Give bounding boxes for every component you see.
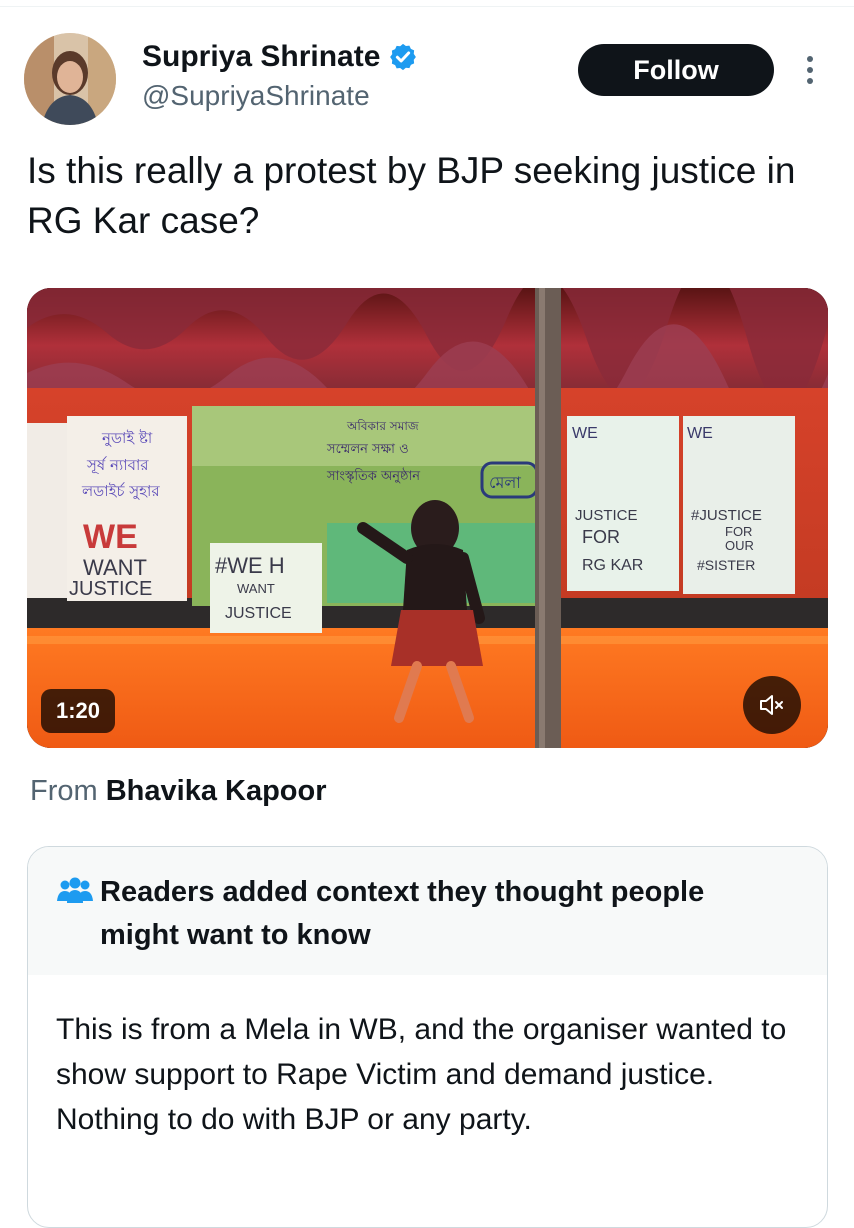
svg-text:সাংস্কৃতিক অনুষ্ঠান: সাংস্কৃতিক অনুষ্ঠান: [326, 468, 420, 484]
svg-text:নুডাই ষ্টা: নুডাই ষ্টা: [101, 429, 153, 447]
sign-justice-right1: JUSTICE: [575, 507, 638, 524]
readers-people-icon: [57, 877, 93, 903]
muted-speaker-icon: [760, 695, 783, 715]
sign-for-right2: FOR: [725, 524, 752, 539]
video-frame: নুডাই ষ্টা সূর্ষ ন্যাবার লডাইর্চ সুহার W…: [27, 288, 828, 748]
more-options-icon[interactable]: [800, 53, 820, 87]
author-name[interactable]: Supriya Shrinate: [142, 40, 380, 74]
verified-badge-icon: [390, 43, 417, 71]
follow-button[interactable]: Follow: [578, 44, 774, 96]
sign-justice-left: JUSTICE: [69, 578, 152, 600]
sign-sister-right2: #SISTER: [697, 557, 755, 573]
sign-want-center: WANT: [237, 581, 275, 596]
sign-justice-right2: #JUSTICE: [691, 507, 762, 524]
sign-want-left: WANT: [83, 555, 147, 580]
community-note-card[interactable]: Readers added context they thought peopl…: [27, 846, 828, 1228]
tweet-text: Is this really a protest by BJP seeking …: [27, 150, 796, 241]
svg-text:অবিকার সমাজ: অবিকার সমাজ: [346, 419, 419, 433]
community-note-body: This is from a Mela in WB, and the organ…: [56, 1013, 787, 1136]
attribution-prefix: From: [30, 775, 98, 807]
author-name-row[interactable]: Supriya Shrinate: [142, 40, 418, 74]
sign-for-right1: FOR: [582, 527, 620, 547]
sign-we-left: WE: [83, 518, 138, 556]
community-note-header: Readers added context they thought peopl…: [28, 847, 827, 975]
video-duration-badge: 1:20: [41, 689, 115, 733]
video-player[interactable]: নুডাই ষ্টা সূর্ষ ন্যাবার লডাইর্চ সুহার W…: [27, 288, 828, 748]
attribution-source-link[interactable]: Bhavika Kapoor: [106, 775, 327, 807]
sign-weh-center: #WE H: [215, 553, 285, 578]
svg-text:মেলা: মেলা: [489, 473, 521, 492]
avatar[interactable]: [24, 33, 116, 125]
video-attribution: From Bhavika Kapoor: [30, 775, 327, 808]
sign-justice-center: JUSTICE: [225, 605, 292, 622]
mute-toggle-button[interactable]: [743, 676, 801, 734]
top-divider: [0, 6, 854, 7]
sign-we-right2: WE: [687, 425, 713, 442]
sign-we-right1: WE: [572, 425, 598, 442]
svg-text:সূর্ষ ন্যাবার: সূর্ষ ন্যাবার: [86, 456, 149, 475]
svg-text:লডাইর্চ সুহার: লডাইর্চ সুহার: [81, 482, 160, 500]
svg-text:সম্মেলন সক্ষা ও: সম্মেলন সক্ষা ও: [326, 442, 409, 457]
sign-our-right2: OUR: [725, 538, 754, 553]
community-note-title: Readers added context they thought peopl…: [100, 876, 705, 951]
sign-rgkar-right1: RG KAR: [582, 557, 643, 574]
author-handle[interactable]: @SupriyaShrinate: [142, 80, 370, 112]
